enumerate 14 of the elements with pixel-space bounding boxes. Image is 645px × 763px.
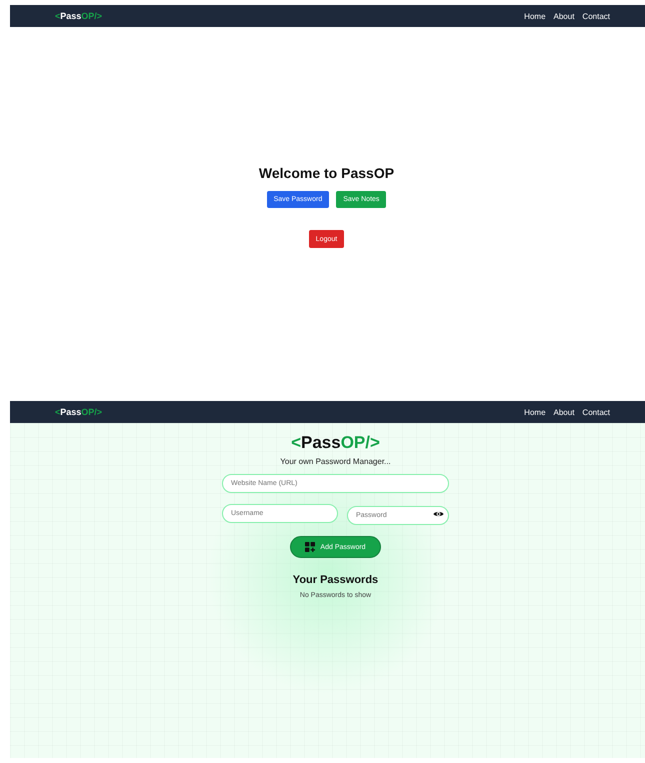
logo[interactable]: <PassOP/> [55,11,102,21]
grid-plus-icon [305,542,316,552]
nav-link[interactable]: Home [524,12,546,20]
logo[interactable]: <PassOP/> [55,407,102,417]
eye-icon[interactable] [433,510,444,518]
welcome-heading: Welcome to PassOP [258,165,394,181]
nav-link[interactable]: Home [524,408,546,416]
app-title: <PassOP/> [291,433,380,453]
nav-link[interactable]: Contact [582,408,610,416]
nav-link[interactable]: Contact [582,12,610,20]
nav-link[interactable]: About [554,12,574,20]
subtitle: Your own Password Manager... [280,457,391,466]
nav-link[interactable]: About [554,408,574,416]
passwords-heading: Your Passwords [292,574,378,586]
